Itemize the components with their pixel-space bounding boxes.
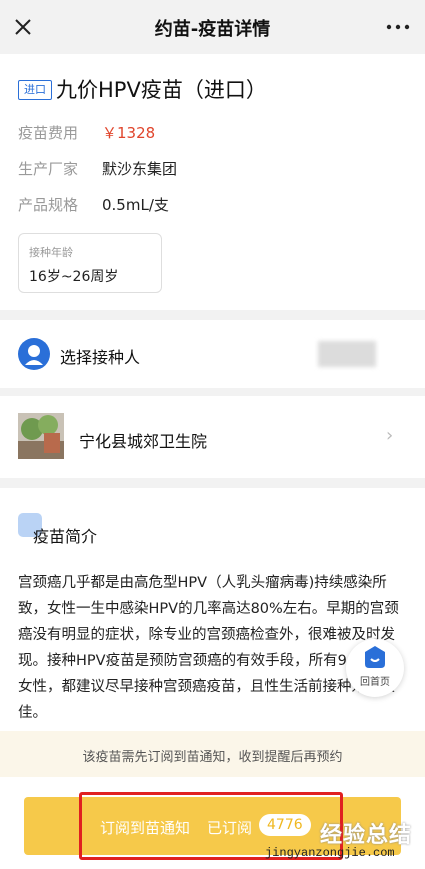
clinic-name: 宁化县城郊卫生院 <box>79 432 208 451</box>
intro-title: 疫苗简介 <box>33 527 98 546</box>
select-person-label: 选择接种人 <box>60 348 141 367</box>
spec-label: 产品规格 <box>18 196 79 214</box>
chevron-right-icon: › <box>386 425 394 446</box>
nav-bar: 约苗-疫苗详情 <box>0 0 425 54</box>
home-label: 回首页 <box>360 677 390 688</box>
manufacturer-label: 生产厂家 <box>18 160 79 178</box>
person-avatar-icon <box>18 338 50 370</box>
age-label: 接种年龄 <box>29 246 73 259</box>
spec-value: 0.5mL/支 <box>102 196 169 214</box>
price-value: ￥1328 <box>102 124 156 142</box>
blurred-person-name <box>318 341 376 367</box>
import-tag: 进口 <box>18 80 52 100</box>
watermark-url: jingyanzongjie.com <box>265 846 395 860</box>
clinic-photo <box>18 413 64 459</box>
price-label: 疫苗费用 <box>18 124 79 142</box>
age-range-box: 接种年龄 16岁~26周岁 <box>18 233 162 293</box>
notice-text: 该疫苗需先订阅到苗通知，收到提醒后再预约 <box>82 750 343 765</box>
home-button[interactable]: 回首页 <box>346 639 404 697</box>
vaccine-name: 九价HPV疫苗（进口） <box>56 78 267 102</box>
age-value: 16岁~26周岁 <box>29 269 119 285</box>
home-icon <box>365 646 385 668</box>
intro-text: 宫颈癌几乎都是由高危型HPV（人乳头瘤病毒)持续感染所致，女性一生中感染HPV的… <box>18 575 400 721</box>
manufacturer-value: 默沙东集团 <box>102 160 178 178</box>
more-icon[interactable] <box>383 14 413 40</box>
watermark-text: 经验总结 <box>320 823 413 848</box>
subscribe-notice: 该疫苗需先订阅到苗通知，收到提醒后再预约 <box>0 731 425 777</box>
page-title: 约苗-疫苗详情 <box>154 19 271 40</box>
